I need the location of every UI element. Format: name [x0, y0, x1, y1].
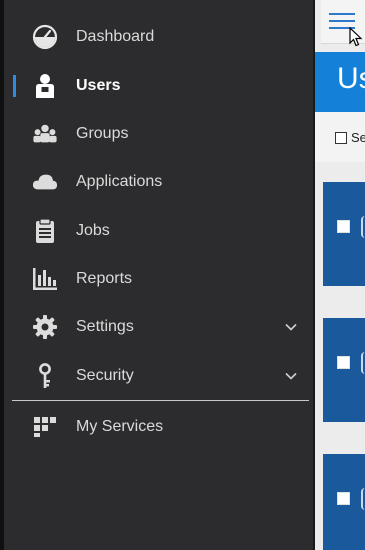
user-card[interactable]: [323, 318, 365, 422]
active-indicator: [13, 75, 16, 97]
groups-icon: [32, 121, 58, 147]
grid-icon: [32, 414, 58, 440]
sidebar-item-label: My Services: [76, 418, 164, 435]
key-icon: [32, 363, 58, 389]
sidebar-item-applications[interactable]: Applications: [4, 159, 313, 205]
card-edge: [361, 488, 365, 510]
sidebar-item-users[interactable]: Users: [4, 63, 313, 109]
sidebar-item-label: Reports: [76, 270, 133, 287]
user-card[interactable]: [323, 182, 365, 286]
main-content: Us Se: [313, 0, 365, 550]
sidebar-nav: Dashboard Users Groups Applications Jobs…: [0, 0, 313, 550]
cloud-icon: [32, 169, 58, 195]
sidebar-item-dashboard[interactable]: Dashboard: [4, 14, 313, 60]
select-all-checkbox[interactable]: [335, 132, 347, 144]
sidebar-item-label: Jobs: [76, 222, 110, 239]
user-card-checkbox[interactable]: [337, 356, 350, 369]
clipboard-icon: [32, 218, 58, 244]
chevron-down-icon[interactable]: [285, 321, 297, 333]
gear-icon: [32, 314, 58, 340]
bar-chart-icon: [32, 266, 58, 292]
top-bar: [321, 0, 365, 47]
sidebar-item-label: Groups: [76, 125, 129, 142]
sidebar-item-jobs[interactable]: Jobs: [4, 208, 313, 254]
sidebar-item-label: Dashboard: [76, 28, 155, 45]
sidebar-item-settings[interactable]: Settings: [4, 304, 313, 350]
card-edge: [361, 352, 365, 374]
user-card-checkbox[interactable]: [337, 220, 350, 233]
dashboard-icon: [32, 24, 58, 50]
sidebar-item-label: Applications: [76, 173, 163, 190]
card-edge: [361, 216, 365, 238]
sidebar-item-my-services[interactable]: My Services: [4, 404, 313, 450]
mouse-cursor-icon: [349, 27, 363, 47]
sidebar-item-label: Security: [76, 367, 134, 384]
user-card-checkbox[interactable]: [337, 492, 350, 505]
sidebar-divider: [12, 400, 309, 401]
sidebar-item-label: Settings: [76, 318, 134, 335]
app-frame: Dashboard Users Groups Applications Jobs…: [0, 0, 365, 550]
page-header: Us: [315, 52, 365, 112]
user-icon: [32, 73, 58, 99]
sidebar-item-security[interactable]: Security: [4, 353, 313, 399]
select-all-row: Se: [315, 112, 365, 162]
user-card[interactable]: [323, 454, 365, 550]
sidebar-item-label: Users: [76, 77, 121, 94]
chevron-down-icon[interactable]: [285, 370, 297, 382]
select-all-label: Se: [351, 130, 365, 145]
page-title: Us: [337, 62, 365, 95]
sidebar-item-reports[interactable]: Reports: [4, 256, 313, 302]
sidebar-item-groups[interactable]: Groups: [4, 111, 313, 157]
